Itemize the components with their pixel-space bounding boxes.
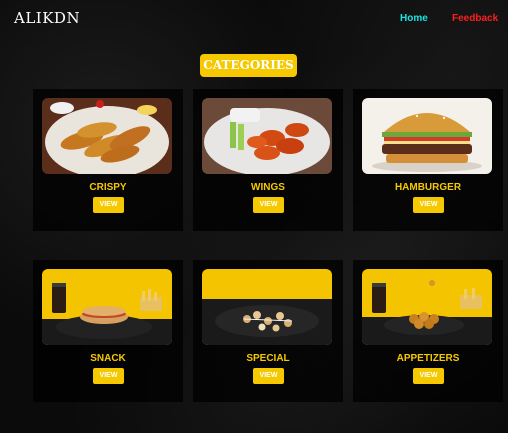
view-crispy-button[interactable]: VIEW (93, 197, 124, 213)
view-wings-button[interactable]: VIEW (253, 197, 284, 213)
hamburger-image (362, 98, 492, 174)
categories-title: CATEGORIES (200, 54, 297, 77)
category-card-wings: WINGS VIEW (193, 89, 343, 231)
category-name: HAMBURGER (394, 182, 462, 193)
category-name: APPETIZERS (396, 353, 460, 364)
wings-image (202, 98, 332, 174)
appetizers-image (362, 269, 492, 345)
special-image (202, 269, 332, 345)
crispy-image (42, 98, 172, 174)
category-name: SNACK (90, 353, 126, 364)
category-card-appetizers: APPETIZERS VIEW (353, 260, 503, 402)
nav-home-link[interactable]: Home (400, 13, 428, 24)
view-appetizers-button[interactable]: VIEW (413, 368, 444, 384)
view-hamburger-button[interactable]: VIEW (413, 197, 444, 213)
category-card-crispy: CRISPY VIEW (33, 89, 183, 231)
category-name: SPECIAL (246, 353, 290, 364)
category-card-snack: SNACK VIEW (33, 260, 183, 402)
snack-image (42, 269, 172, 345)
nav-feedback-link[interactable]: Feedback (452, 13, 498, 24)
category-name: WINGS (251, 182, 285, 193)
view-special-button[interactable]: VIEW (253, 368, 284, 384)
brand-logo: ALIKDN (14, 9, 81, 27)
category-card-special: SPECIAL VIEW (193, 260, 343, 402)
view-snack-button[interactable]: VIEW (93, 368, 124, 384)
category-card-hamburger: HAMBURGER VIEW (353, 89, 503, 231)
category-name: CRISPY (89, 182, 127, 193)
